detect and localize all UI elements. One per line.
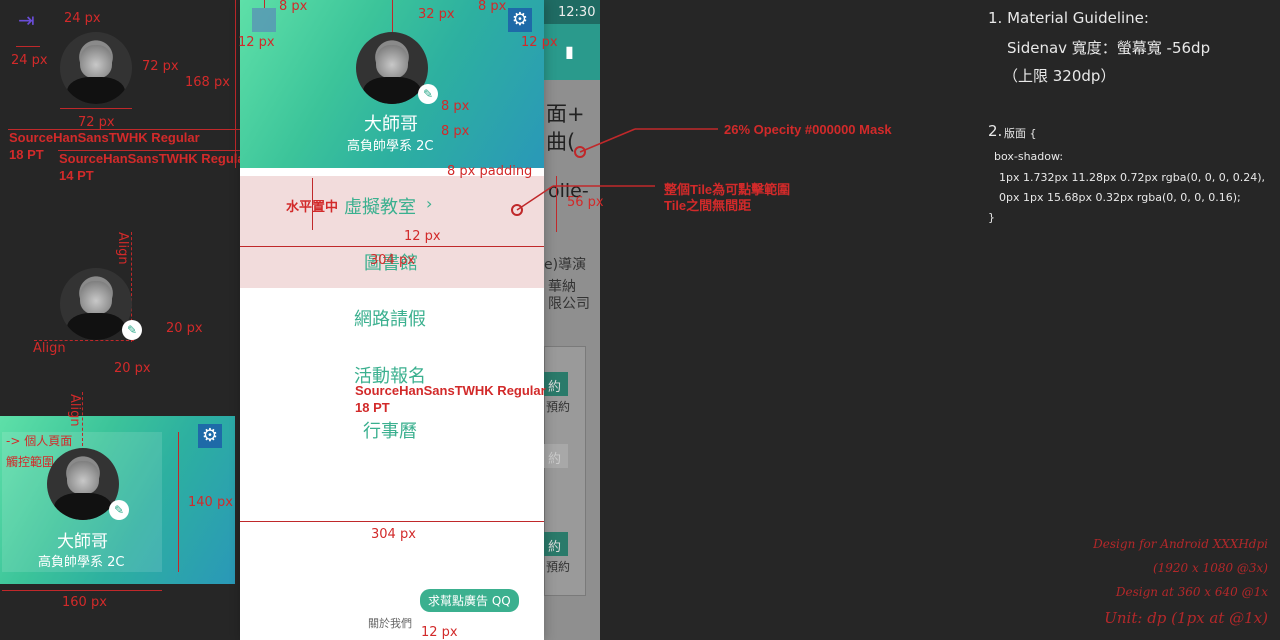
dim-label: 12 px <box>404 229 441 244</box>
gear-icon[interactable]: ⚙ <box>198 424 222 448</box>
guideline-title: 1. Material Guideline: <box>988 9 1149 27</box>
dim-label: 140 px <box>188 495 233 510</box>
edit-icon[interactable]: ✎ <box>418 84 438 104</box>
dim-label: 8 px <box>478 0 507 14</box>
behind-text: 預約 <box>546 560 571 574</box>
dim-label: 72 px <box>78 115 115 130</box>
edit-icon: ✎ <box>109 500 129 520</box>
credit-line: Unit: dp (1px at @1x) <box>1104 609 1268 627</box>
menu-item-label[interactable]: 虛擬教室 <box>344 193 416 219</box>
guideline-text: box-shadow: <box>994 150 1064 163</box>
credit-line: (1920 x 1080 @3x) <box>1152 561 1268 575</box>
guideline-text: Sidenav 寬度：螢幕寬 -56dp <box>1007 39 1211 57</box>
font-spec-size: 18 PT <box>9 147 44 162</box>
tile-note: Tile之間無間距 <box>664 198 752 213</box>
logout-icon: ⇥ <box>18 8 35 32</box>
dim-label: 72 px <box>142 59 179 74</box>
dim-line <box>2 590 162 591</box>
font-spec-name: SourceHanSansTWHK Regular <box>355 383 546 398</box>
mask-note: 26% Opecity #000000 Mask <box>724 122 892 137</box>
logout-icon[interactable] <box>252 8 276 32</box>
behind-text: 預約 <box>546 400 571 414</box>
dim-label: 168 px <box>185 75 230 90</box>
dim-label: 20 px <box>114 361 151 376</box>
gear-icon[interactable]: ⚙ <box>508 8 532 32</box>
user-name: 大師哥 <box>364 114 418 135</box>
font-spec-name: SourceHanSansTWHK Regular <box>59 151 250 166</box>
dim-label: 20 px <box>166 321 203 336</box>
behind-text: 限公司 <box>548 296 590 312</box>
bookmark-icon[interactable]: ▮ <box>565 42 574 61</box>
profile-note: -> 個人頁面 <box>6 434 73 448</box>
dim-label: 12 px <box>421 625 458 640</box>
profile-note: 觸控範圍 <box>6 455 55 469</box>
guideline-text: 0px 1px 15.68px 0.32px rgba(0, 0, 0, 0.1… <box>999 191 1241 204</box>
dim-line <box>240 521 544 522</box>
behind-text: e)導演 <box>544 257 587 273</box>
behind-text: 約 <box>548 452 562 467</box>
dim-label: 32 px <box>418 7 455 22</box>
mini-subtitle: 高負帥學系 2C <box>38 555 125 570</box>
dim-label: 8 px <box>441 99 470 114</box>
align-label: Align <box>67 394 82 427</box>
dim-line <box>392 0 393 32</box>
mini-name: 大師哥 <box>57 532 108 552</box>
status-time: 12:30 <box>558 5 596 20</box>
dim-label: 8 px <box>279 0 308 14</box>
dim-line <box>178 432 179 572</box>
guideline-text: 版面 { <box>1004 127 1037 140</box>
avatar <box>60 32 132 104</box>
dim-label: 304 px <box>371 527 416 542</box>
dim-line <box>60 108 132 109</box>
credit-line: Design for Android XXXHdpi <box>1093 537 1268 551</box>
menu-item-label[interactable]: 網路請假 <box>354 305 426 331</box>
font-spec-size: 18 PT <box>355 400 390 415</box>
dim-label: 8 px <box>441 124 470 139</box>
dim-label: 12 px <box>238 35 275 50</box>
user-subtitle: 高負帥學系 2C <box>347 139 434 154</box>
font-spec-name: SourceHanSansTWHK Regular <box>9 130 200 145</box>
center-note: 水平置中 <box>286 199 339 214</box>
font-spec-size: 14 PT <box>59 168 94 183</box>
dim-line <box>16 46 40 47</box>
ad-bubble[interactable]: 求幫點廣告 QQ <box>420 589 519 612</box>
dim-label: 304 px <box>370 253 415 268</box>
dim-label: 12 px <box>521 35 558 50</box>
dim-line <box>264 0 265 8</box>
guideline-text: } <box>988 211 995 224</box>
credit-line: Design at 360 x 640 @1x <box>1115 585 1268 599</box>
guideline-text: 1px 1.732px 11.28px 0.72px rgba(0, 0, 0,… <box>999 171 1266 184</box>
dim-line <box>235 0 236 168</box>
dim-line <box>240 246 544 247</box>
guideline-number: 2. <box>988 122 1003 140</box>
dim-label: 24 px <box>11 53 48 68</box>
edit-icon: ✎ <box>122 320 142 340</box>
menu-item-label[interactable]: 行事曆 <box>363 417 417 443</box>
align-label: Align <box>115 232 130 265</box>
about-link[interactable]: 關於我們 <box>368 615 412 631</box>
dim-label: 160 px <box>62 595 107 610</box>
align-label: Align <box>33 341 66 356</box>
behind-text: 約 <box>548 380 562 395</box>
dim-label: 24 px <box>64 11 101 26</box>
guideline-text: （上限 320dp） <box>1003 67 1116 85</box>
chevron-right-icon: › <box>426 194 433 213</box>
behind-text: 約 <box>548 540 562 555</box>
